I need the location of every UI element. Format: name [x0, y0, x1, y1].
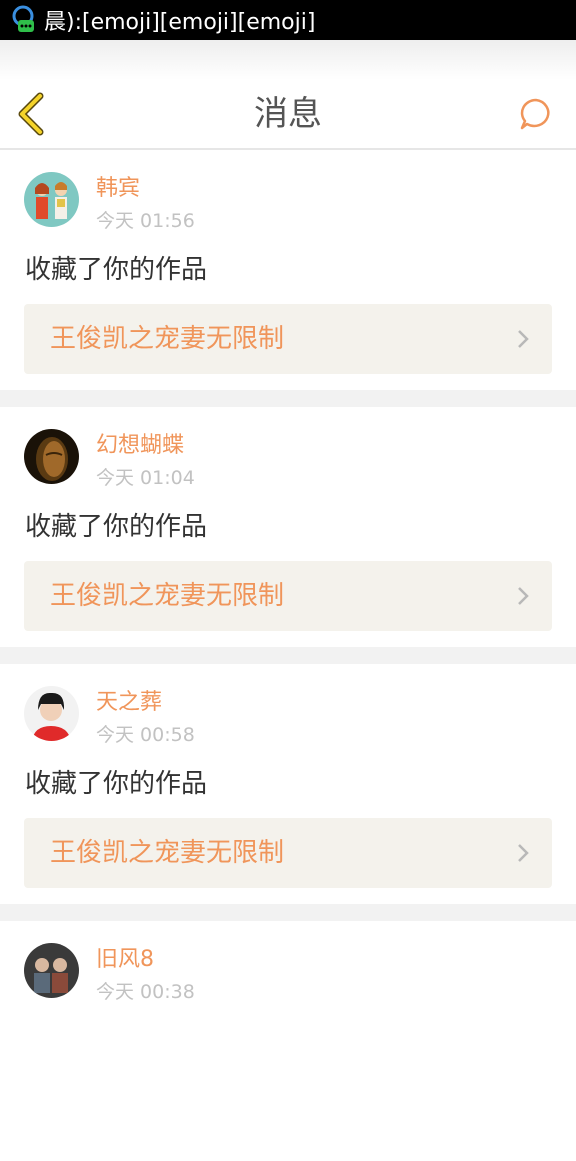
- message-time: 今天 01:56: [96, 210, 195, 232]
- avatar[interactable]: [24, 429, 79, 484]
- message-time: 今天 01:04: [96, 467, 195, 489]
- avatar[interactable]: [24, 943, 79, 998]
- message-action-text: 收藏了你的作品: [25, 769, 208, 799]
- message-card: 旧风8 今天 00:38: [0, 921, 576, 1161]
- status-text: 晨):[emoji][emoji][emoji]: [44, 10, 316, 35]
- message-action-text: 收藏了你的作品: [25, 255, 208, 285]
- message-time: 今天 00:58: [96, 724, 195, 746]
- divider: [0, 647, 576, 664]
- avatar[interactable]: [24, 686, 79, 741]
- chat-bubble-icon[interactable]: [518, 96, 554, 132]
- message-card: 幻想蝴蝶 今天 01:04 收藏了你的作品 王俊凯之宠妻无限制: [0, 407, 576, 647]
- user-name[interactable]: 韩宾: [96, 174, 140, 204]
- message-feed: 韩宾 今天 01:56 收藏了你的作品 王俊凯之宠妻无限制 幻想蝴蝶 今天 01…: [0, 150, 576, 1161]
- message-card: 天之葬 今天 00:58 收藏了你的作品 王俊凯之宠妻无限制: [0, 664, 576, 904]
- user-name[interactable]: 旧风8: [96, 945, 154, 975]
- page-title: 消息: [254, 94, 322, 134]
- notification-chat-icon: [12, 5, 34, 32]
- message-card: 韩宾 今天 01:56 收藏了你的作品 王俊凯之宠妻无限制: [0, 150, 576, 390]
- chevron-right-icon: [518, 587, 529, 605]
- work-link[interactable]: 王俊凯之宠妻无限制: [24, 561, 552, 631]
- work-title: 王俊凯之宠妻无限制: [50, 581, 285, 611]
- work-title: 王俊凯之宠妻无限制: [50, 324, 285, 354]
- top-nav-bar: 消息: [0, 80, 576, 150]
- work-title: 王俊凯之宠妻无限制: [50, 838, 285, 868]
- status-bar: 晨):[emoji][emoji][emoji]: [0, 0, 576, 40]
- divider: [0, 390, 576, 407]
- status-gap: [0, 40, 576, 80]
- message-time: 今天 00:38: [96, 981, 195, 1003]
- user-name[interactable]: 幻想蝴蝶: [96, 431, 184, 461]
- divider: [0, 904, 576, 921]
- user-name[interactable]: 天之葬: [96, 688, 162, 718]
- chevron-right-icon: [518, 844, 529, 862]
- work-link[interactable]: 王俊凯之宠妻无限制: [24, 304, 552, 374]
- chevron-right-icon: [518, 330, 529, 348]
- work-link[interactable]: 王俊凯之宠妻无限制: [24, 818, 552, 888]
- avatar[interactable]: [24, 172, 79, 227]
- message-action-text: 收藏了你的作品: [25, 512, 208, 542]
